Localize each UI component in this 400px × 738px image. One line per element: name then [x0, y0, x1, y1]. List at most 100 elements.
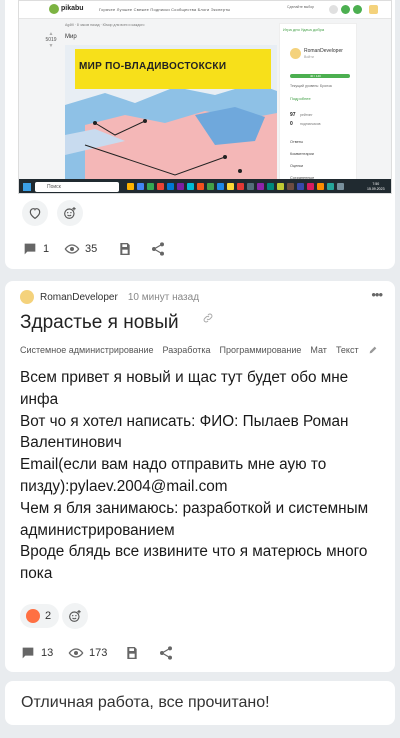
- taskbar-app-icon: [327, 183, 334, 190]
- post-paragraph: Вроде блядь все извините что я матерюсь …: [20, 543, 368, 583]
- share-button[interactable]: [150, 241, 166, 257]
- taskbar-app-icon: [197, 183, 204, 190]
- post-paragraph: Email(если вам надо отправить мне аую то…: [20, 456, 327, 495]
- previous-post-card: pikabu Горячее Лучшее Свежее Подписки Со…: [5, 0, 395, 269]
- embedded-rank: ▲ 5019 ▼: [39, 31, 63, 49]
- author-name[interactable]: RomanDeveloper: [40, 292, 118, 303]
- feed-end-text: Отличная работа, все прочитано!: [21, 694, 270, 711]
- embedded-add-icon: [341, 5, 350, 14]
- taskbar-app-icon: [337, 183, 344, 190]
- like-button[interactable]: [22, 200, 48, 226]
- tag[interactable]: Системное администрирование: [20, 345, 154, 355]
- profile-card: Игра дня Удача добра RomanDeveloper Войт…: [279, 23, 357, 191]
- tag[interactable]: Разработка: [163, 345, 211, 355]
- progress-label: 40 / 140: [310, 74, 321, 78]
- views-count: 35: [64, 241, 97, 257]
- embedded-user-status: Сделайте выбор: [287, 5, 315, 9]
- reaction-count: 2: [45, 610, 52, 622]
- embedded-sidebar: Игра дня Удача добра RomanDeveloper Войт…: [279, 23, 359, 193]
- taskbar-app-icon: [147, 183, 154, 190]
- follow-link: Подробнее: [290, 96, 311, 101]
- profile-avatar: [290, 48, 301, 59]
- eye-icon: [64, 244, 80, 254]
- comments-count[interactable]: 1: [22, 241, 49, 257]
- author-avatar[interactable]: [20, 290, 34, 304]
- taskbar-search: Поиск: [35, 182, 119, 192]
- share-icon: [160, 646, 172, 660]
- reaction-chip[interactable]: 2: [20, 604, 60, 628]
- post-image[interactable]: pikabu Горячее Лучшее Свежее Подписки Со…: [18, 0, 392, 194]
- map-banner-text: МИР ПО-ВЛАДИВОСТОКСКИ: [79, 61, 227, 72]
- subscribers-label: подписчиков: [300, 122, 321, 126]
- pikabu-logo-icon: [49, 4, 59, 14]
- taskbar-app-icon: [317, 183, 324, 190]
- embedded-search-icon: [329, 5, 338, 14]
- embedded-site-name: pikabu: [61, 5, 84, 12]
- menu-ratings: Оценки: [290, 164, 304, 168]
- taskbar-app-icon: [157, 183, 164, 190]
- taskbar-app-icon: [237, 183, 244, 190]
- taskbar-app-icon: [187, 183, 194, 190]
- save-button[interactable]: [124, 645, 140, 661]
- share-button[interactable]: [158, 645, 174, 661]
- add-reaction-button[interactable]: [57, 200, 83, 226]
- taskbar-app-icon: [307, 183, 314, 190]
- share-icon: [152, 242, 164, 256]
- comments-count[interactable]: 13: [20, 645, 53, 661]
- post-header: RomanDeveloper 10 минут назад: [20, 290, 199, 304]
- embedded-header: pikabu Горячее Лучшее Свежее Подписки Со…: [19, 1, 391, 19]
- views-count: 173: [68, 645, 107, 661]
- taskbar-app-icon: [277, 183, 284, 190]
- embedded-post-meta: Ag4fil · 8 часов назад · Юмор для всех и…: [65, 23, 145, 27]
- downvote-icon: ▼: [48, 43, 54, 49]
- taskbar-app-icon: [127, 183, 134, 190]
- tag[interactable]: Программирование: [220, 345, 302, 355]
- taskbar-app-icon: [217, 183, 224, 190]
- taskbar-app-icon: [297, 183, 304, 190]
- level-text: Текущий уровень: Бронза: [290, 84, 332, 88]
- eye-icon: [68, 648, 84, 658]
- save-icon: [127, 647, 137, 659]
- add-emoji-icon: [64, 207, 76, 219]
- feed-end-card: Отличная работа, все прочитано!: [5, 681, 395, 725]
- taskbar-app-icon: [267, 183, 274, 190]
- taskbar-app-icon: [247, 183, 254, 190]
- taskbar-clock: 7:50 15.09.2023: [367, 182, 385, 191]
- post-time: 10 минут назад: [127, 291, 200, 303]
- taskbar-app-icon: [207, 183, 214, 190]
- rating-label: рейтинг: [300, 113, 313, 117]
- comment-icon: [24, 243, 36, 255]
- more-options-button[interactable]: •••: [371, 287, 383, 302]
- rating-value: 97: [290, 112, 296, 118]
- tag[interactable]: Мат: [310, 345, 327, 355]
- ad-text: Игра дня Удача добра: [283, 27, 325, 32]
- windows-taskbar: Поиск 7:50 15.09.2023: [19, 179, 391, 193]
- taskbar-app-icon: [167, 183, 174, 190]
- heart-icon: [29, 208, 41, 220]
- post-paragraph: Всем привет я новый и щас тут будет обо …: [20, 369, 349, 408]
- post-paragraph: Чем я бля занимаюсь: разработкой и систе…: [20, 499, 369, 539]
- post-paragraph: Вот чо я хотел написать: ФИО: Пылаев Ром…: [20, 412, 349, 452]
- taskbar-app-icon: [177, 183, 184, 190]
- embedded-nav: Горячее Лучшее Свежее Подписки Сообществ…: [99, 7, 231, 12]
- edit-tags-icon[interactable]: [368, 345, 378, 355]
- comment-icon: [22, 647, 34, 659]
- save-button[interactable]: [117, 241, 133, 257]
- post-card: RomanDeveloper 10 минут назад ••• Здраст…: [5, 281, 395, 672]
- add-reaction-button[interactable]: [62, 603, 88, 629]
- profile-name: RomanDeveloper: [304, 48, 343, 54]
- post-title[interactable]: Здрастье я новый: [20, 312, 179, 334]
- taskbar-app-icon: [137, 183, 144, 190]
- embedded-notify-icon: [353, 5, 362, 14]
- tag-list: Системное администрирование Разработка П…: [20, 345, 359, 355]
- taskbar-app-icon: [287, 183, 294, 190]
- menu-answers: Ответы: [290, 140, 304, 144]
- post-body: Всем привет я новый и щас тут будет обо …: [20, 367, 380, 585]
- taskbar-app-icon: [227, 183, 234, 190]
- reaction-emoji-icon: [26, 609, 40, 623]
- profile-sub: Войти: [304, 55, 314, 59]
- save-icon: [120, 243, 130, 255]
- tag[interactable]: Текст: [336, 345, 359, 355]
- embedded-post-title: Мир: [65, 34, 77, 40]
- link-icon[interactable]: [202, 312, 214, 324]
